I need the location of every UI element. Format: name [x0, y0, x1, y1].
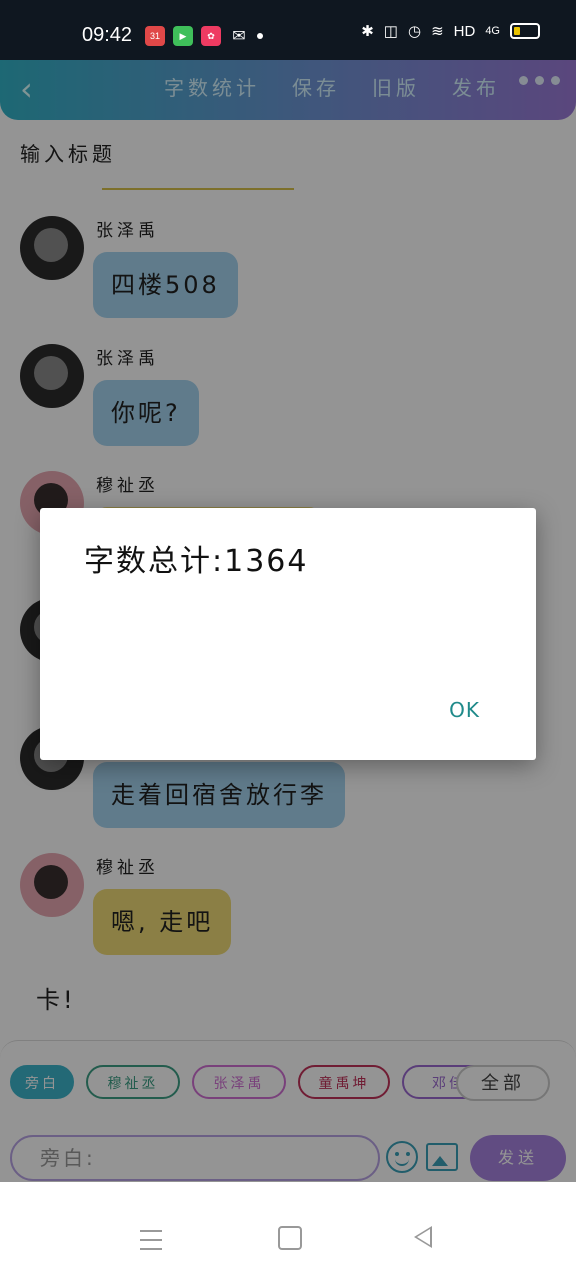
calendar-app-icon: 31	[145, 26, 165, 46]
recent-apps-icon[interactable]	[140, 1230, 162, 1250]
system-navigation-bar	[0, 1182, 576, 1280]
photo-app-icon: ✿	[201, 26, 221, 46]
more-notifications-dot	[257, 33, 263, 39]
back-triangle-icon[interactable]	[414, 1226, 432, 1248]
network-label: HD	[453, 22, 476, 40]
status-bar: 09:42 31 ▶ ✿ ✉ ✱ ◫ ◷ ≋ HD 4G	[0, 0, 576, 60]
status-time: 09:42	[82, 24, 133, 46]
notification-icons: 31 ▶ ✿ ✉	[145, 26, 263, 46]
word-count-dialog: 字数总计:1364 OK	[40, 508, 536, 760]
home-icon[interactable]	[278, 1226, 302, 1250]
alarm-icon: ◷	[407, 23, 422, 40]
video-app-icon: ▶	[173, 26, 193, 46]
dialog-message: 字数总计:1364	[84, 544, 309, 579]
ok-button[interactable]: OK	[449, 698, 480, 722]
battery-icon	[510, 23, 540, 39]
wechat-icon: ✉	[232, 28, 246, 45]
system-icons: ✱ ◫ ◷ ≋ HD 4G	[361, 22, 540, 40]
wifi-icon: ≋	[431, 23, 444, 40]
signal-label: 4G	[485, 25, 500, 37]
bluetooth-icon: ✱	[361, 23, 374, 40]
vibrate-icon: ◫	[383, 23, 398, 40]
